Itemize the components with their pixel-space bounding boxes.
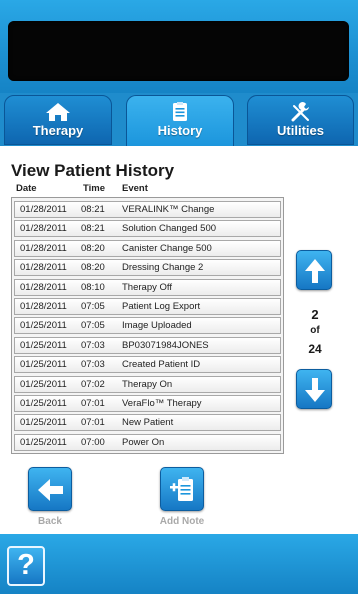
- page-current: 2: [311, 307, 319, 322]
- row-time: 07:01: [81, 397, 105, 409]
- row-date: 01/28/2011: [20, 262, 67, 274]
- row-event: Patient Log Export: [122, 300, 201, 312]
- row-time: 07:03: [81, 339, 105, 351]
- row-date: 01/25/2011: [20, 378, 67, 390]
- add-note-button[interactable]: [160, 467, 204, 511]
- column-header-date: Date: [16, 183, 37, 194]
- add-note-label: Add Note: [159, 516, 205, 527]
- row-date: 01/28/2011: [20, 204, 67, 215]
- back-label: Back: [38, 516, 62, 527]
- row-date: 01/25/2011: [20, 359, 67, 371]
- column-header-time: Time: [83, 183, 106, 194]
- row-event: VeraFlo™ Therapy: [122, 397, 202, 409]
- scroll-up-button[interactable]: [296, 250, 332, 290]
- row-event: Canister Change 500: [122, 242, 212, 254]
- row-time: 07:00: [81, 436, 105, 448]
- tab-utilities[interactable]: Utilities: [247, 95, 354, 145]
- list-item[interactable]: 01/28/2011 08:21 Solution Changed 500: [14, 220, 281, 238]
- row-event: Dressing Change 2: [122, 262, 204, 274]
- tab-therapy[interactable]: Therapy: [4, 95, 112, 145]
- row-event: New Patient: [122, 417, 174, 429]
- row-event: Power On: [122, 436, 165, 448]
- list-item[interactable]: 01/25/2011 07:05 Image Uploaded: [14, 317, 281, 335]
- row-date: 01/25/2011: [20, 417, 67, 429]
- row-date: 01/25/2011: [20, 320, 67, 332]
- row-event: Therapy On: [122, 378, 173, 390]
- list-item[interactable]: 01/25/2011 07:01 VeraFlo™ Therapy: [14, 394, 281, 412]
- row-time: 07:03: [81, 359, 105, 371]
- row-date: 01/28/2011: [20, 300, 67, 312]
- row-date: 01/25/2011: [20, 436, 67, 448]
- row-event: Image Uploaded: [122, 320, 192, 332]
- list-item[interactable]: 01/25/2011 07:03 BP03071984JONES: [14, 336, 281, 354]
- page-of-label: of: [310, 325, 320, 336]
- row-date: 01/28/2011: [20, 223, 67, 235]
- tab-history[interactable]: History: [126, 95, 234, 147]
- row-time: 07:05: [81, 320, 105, 332]
- tab-utilities-label: Utilities: [277, 123, 324, 138]
- row-date: 01/25/2011: [20, 339, 67, 351]
- arrow-down-icon: [305, 378, 325, 402]
- home-icon: [46, 103, 70, 121]
- status-display: [8, 21, 349, 81]
- column-header-event: Event: [122, 183, 148, 194]
- tab-therapy-label: Therapy: [32, 123, 84, 138]
- row-event: VERALINK™ Change: [122, 204, 215, 215]
- row-time: 07:02: [81, 378, 105, 390]
- row-time: 07:05: [81, 300, 105, 312]
- list-item[interactable]: 01/28/2011 08:10 Therapy Off: [14, 278, 281, 296]
- tab-history-label: History: [157, 123, 203, 138]
- row-event: BP03071984JONES: [122, 339, 209, 351]
- row-date: 01/28/2011: [20, 242, 67, 254]
- row-time: 08:21: [81, 204, 105, 215]
- row-event: Created Patient ID: [122, 359, 201, 371]
- list-item[interactable]: 01/28/2011 08:21 VERALINK™ Change: [14, 201, 281, 218]
- row-time: 08:20: [81, 262, 105, 274]
- arrow-left-icon: [38, 479, 63, 501]
- list-item[interactable]: 01/25/2011 07:00 Power On: [14, 433, 281, 451]
- history-list[interactable]: 01/28/2011 08:21 VERALINK™ Change 01/28/20…: [11, 197, 284, 454]
- footer-bar: [0, 534, 358, 594]
- arrow-up-icon: [305, 259, 325, 283]
- row-date: 01/25/2011: [20, 397, 67, 409]
- help-button[interactable]: ?: [7, 546, 45, 586]
- row-event: Therapy Off: [122, 281, 172, 293]
- row-date: 01/28/2011: [20, 281, 67, 293]
- list-item[interactable]: 01/28/2011 07:05 Patient Log Export: [14, 297, 281, 315]
- row-time: 08:21: [81, 223, 105, 235]
- list-item[interactable]: 01/28/2011 08:20 Dressing Change 2: [14, 259, 281, 277]
- add-note-icon: [170, 477, 193, 501]
- scroll-down-button[interactable]: [296, 369, 332, 409]
- list-item[interactable]: 01/28/2011 08:20 Canister Change 500: [14, 239, 281, 257]
- tools-icon: [291, 102, 309, 122]
- list-item[interactable]: 01/25/2011 07:02 Therapy On: [14, 375, 281, 393]
- list-item[interactable]: 01/25/2011 07:01 New Patient: [14, 414, 281, 432]
- device-screen: Therapy History Utilities View Patient H…: [0, 0, 358, 594]
- row-time: 08:10: [81, 281, 105, 293]
- row-time: 08:20: [81, 242, 105, 254]
- row-time: 07:01: [81, 417, 105, 429]
- page-title: View Patient History: [11, 161, 175, 180]
- page-total: 24: [308, 342, 322, 356]
- back-button[interactable]: [28, 467, 72, 511]
- clipboard-icon: [173, 102, 187, 121]
- row-event: Solution Changed 500: [122, 223, 217, 235]
- list-item[interactable]: 01/25/2011 07:03 Created Patient ID: [14, 356, 281, 374]
